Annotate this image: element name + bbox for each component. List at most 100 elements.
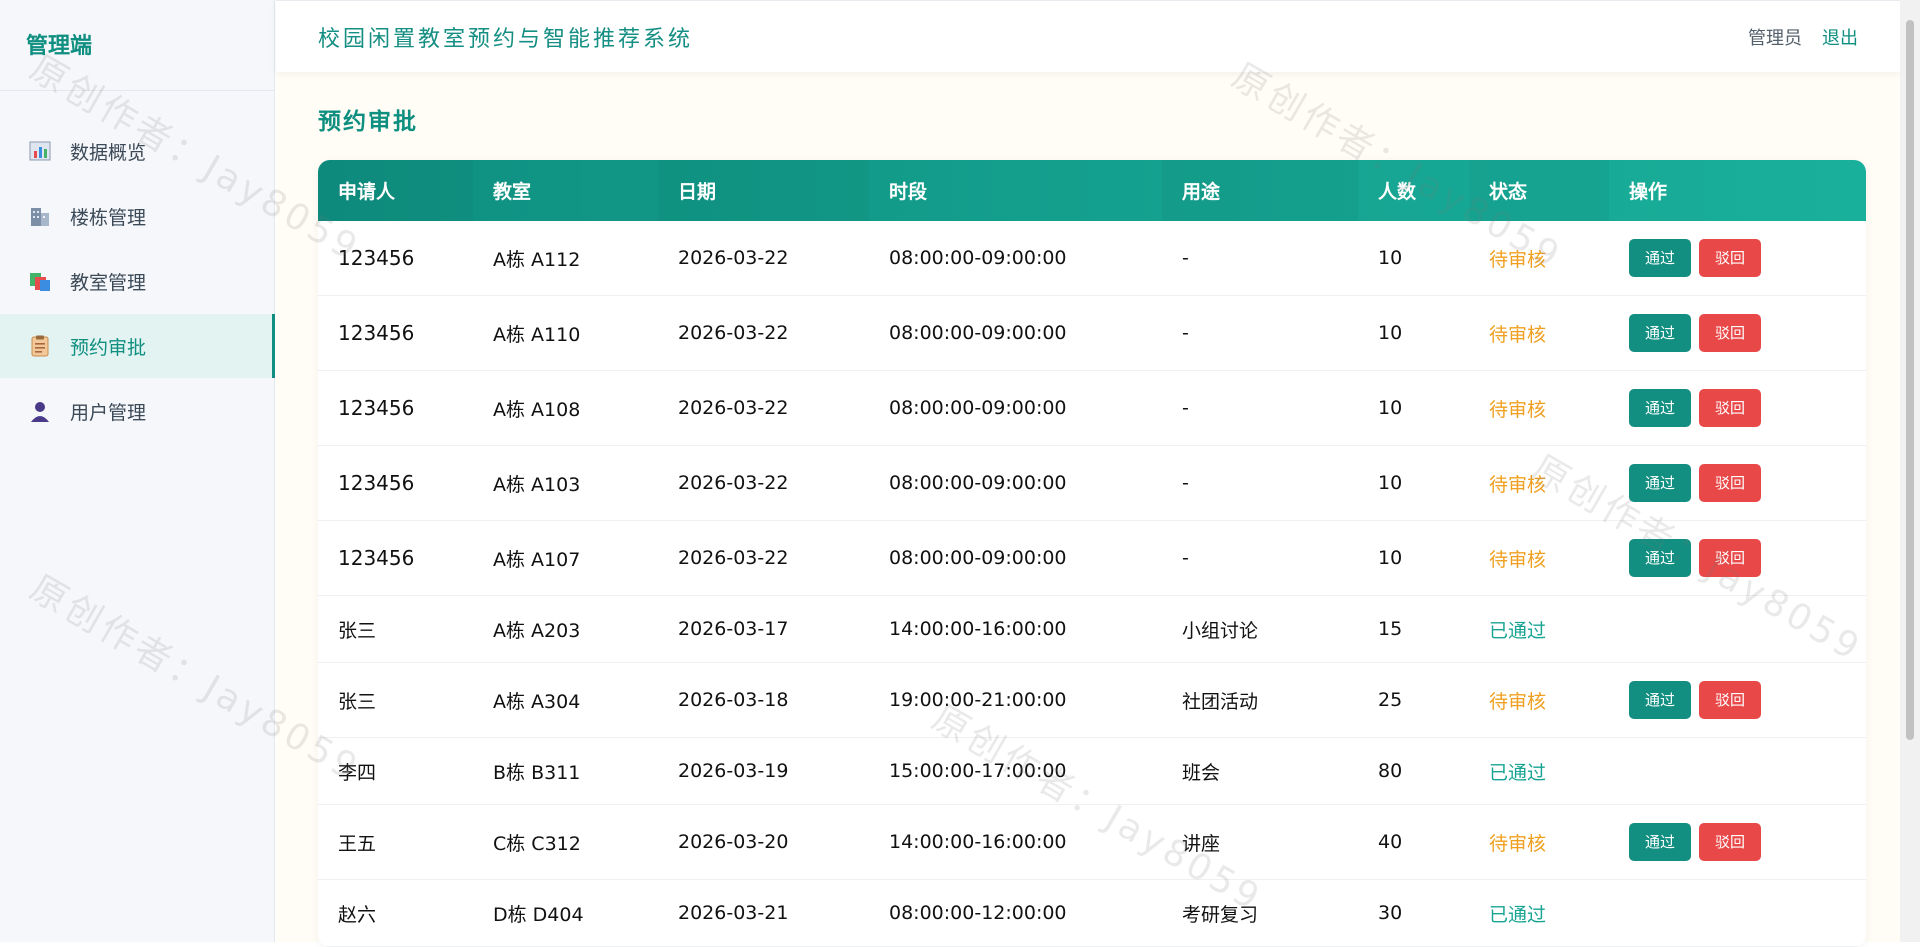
cell-applicant: 张三 <box>318 595 473 663</box>
cell-date: 2026-03-22 <box>658 520 869 596</box>
sidebar-item-dashboard[interactable]: 数据概览 <box>0 119 274 183</box>
cell-classroom: A栋 A103 <box>473 445 658 521</box>
system-title: 校园闲置教室预约与智能推荐系统 <box>318 26 694 52</box>
sidebar-item-label: 数据概览 <box>70 141 147 164</box>
status-badge: 待审核 <box>1469 804 1609 880</box>
sidebar-item-users[interactable]: 用户管理 <box>0 379 274 443</box>
col-status: 状态 <box>1469 160 1609 221</box>
cell-date: 2026-03-17 <box>658 595 869 663</box>
cell-actions: 通过 驳回 <box>1609 295 1866 371</box>
status-badge: 已通过 <box>1469 737 1609 805</box>
cell-purpose: 小组讨论 <box>1162 595 1358 663</box>
status-badge: 待审核 <box>1469 445 1609 521</box>
cell-applicant: 李四 <box>318 737 473 805</box>
cell-count: 10 <box>1358 295 1469 371</box>
cell-time: 19:00:00-21:00:00 <box>869 662 1162 738</box>
approval-table: 申请人 教室 日期 时段 用途 人数 状态 操作 123456 A栋 A112 20… <box>318 160 1866 947</box>
cell-time: 08:00:00-09:00:00 <box>869 295 1162 371</box>
reject-button[interactable]: 驳回 <box>1699 314 1761 352</box>
status-badge: 待审核 <box>1469 520 1609 596</box>
approve-button[interactable]: 通过 <box>1629 823 1691 861</box>
col-applicant: 申请人 <box>318 160 473 221</box>
approve-button[interactable]: 通过 <box>1629 681 1691 719</box>
approve-button[interactable]: 通过 <box>1629 464 1691 502</box>
table-row: 123456 A栋 A103 2026-03-22 08:00:00-09:00:00… <box>318 445 1866 521</box>
table-row: 123456 A栋 A112 2026-03-22 08:00:00-09:00:00… <box>318 221 1866 296</box>
user-controls: 管理员 退出 <box>1748 24 1858 50</box>
sidebar-menu: 数据概览 楼栋管理 教室管理 预约审批 用户管理 <box>0 119 275 443</box>
reject-button[interactable]: 驳回 <box>1699 539 1761 577</box>
reject-button[interactable]: 驳回 <box>1699 681 1761 719</box>
col-time: 时段 <box>889 181 928 203</box>
cell-actions: 通过 驳回 <box>1609 520 1866 596</box>
approval-table-container: 申请人 教室 日期 时段 用途 人数 状态 操作 123456 A栋 A112 20… <box>318 160 1866 947</box>
sidebar-brand: 管理端 <box>0 0 274 91</box>
cell-time: 14:00:00-16:00:00 <box>869 804 1162 880</box>
page-scrollbar[interactable] <box>1900 0 1920 942</box>
cell-time: 08:00:00-09:00:00 <box>869 370 1162 446</box>
cell-time: 08:00:00-09:00:00 <box>869 520 1162 596</box>
scrollbar-thumb[interactable] <box>1906 20 1914 740</box>
table-row: 张三 A栋 A203 2026-03-17 14:00:00-16:00:00 小组讨论… <box>318 595 1866 663</box>
cell-classroom: A栋 A108 <box>473 370 658 446</box>
sidebar-item-label: 教室管理 <box>70 271 147 294</box>
cell-date: 2026-03-22 <box>658 295 869 371</box>
table-row: 李四 B栋 B311 2026-03-19 15:00:00-17:00:00 班会 80… <box>318 737 1866 805</box>
cell-time: 14:00:00-16:00:00 <box>869 595 1162 663</box>
approve-button[interactable]: 通过 <box>1629 539 1691 577</box>
cell-applicant: 123456 <box>318 445 473 521</box>
cell-purpose: 班会 <box>1162 737 1358 805</box>
table-row: 123456 A栋 A108 2026-03-22 08:00:00-09:00:00… <box>318 370 1866 446</box>
cell-actions: 通过 驳回 <box>1609 662 1866 738</box>
cell-count: 10 <box>1358 221 1469 296</box>
table-row: 张三 A栋 A304 2026-03-18 19:00:00-21:00:00 社团活动… <box>318 662 1866 738</box>
cell-actions: 通过 驳回 <box>1609 370 1866 446</box>
reject-button[interactable]: 驳回 <box>1699 389 1761 427</box>
reject-button[interactable]: 驳回 <box>1699 823 1761 861</box>
cell-applicant: 123456 <box>318 520 473 596</box>
approve-button[interactable]: 通过 <box>1629 389 1691 427</box>
status-badge: 已通过 <box>1469 595 1609 663</box>
main-area: 校园闲置教室预约与智能推荐系统 管理员 退出 预约审批 申请人 教室 日期 时段 <box>276 0 1900 947</box>
sidebar-item-approvals[interactable]: 预约审批 <box>0 314 275 378</box>
reject-button[interactable]: 驳回 <box>1699 464 1761 502</box>
cell-actions <box>1609 737 1866 805</box>
status-badge: 已通过 <box>1469 879 1609 947</box>
cell-date: 2026-03-22 <box>658 370 869 446</box>
top-header: 校园闲置教室预约与智能推荐系统 管理员 退出 <box>276 0 1900 72</box>
content: 预约审批 申请人 教室 日期 时段 用途 人数 状态 操作 123456 A栋 … <box>276 72 1900 947</box>
cell-classroom: A栋 A112 <box>473 221 658 296</box>
sidebar-item-buildings[interactable]: 楼栋管理 <box>0 184 274 248</box>
cell-date: 2026-03-19 <box>658 737 869 805</box>
table-header-row: 申请人 教室 日期 时段 用途 人数 状态 操作 <box>318 160 1866 221</box>
cell-classroom: A栋 A203 <box>473 595 658 663</box>
cell-applicant: 123456 <box>318 370 473 446</box>
approve-button[interactable]: 通过 <box>1629 314 1691 352</box>
user-icon <box>28 399 52 423</box>
table-body: 123456 A栋 A112 2026-03-22 08:00:00-09:00:00… <box>318 221 1866 947</box>
logout-link[interactable]: 退出 <box>1822 24 1858 50</box>
cell-applicant: 王五 <box>318 804 473 880</box>
cell-count: 40 <box>1358 804 1469 880</box>
table-row: 123456 A栋 A107 2026-03-22 08:00:00-09:00:00… <box>318 520 1866 596</box>
cell-actions: 通过 驳回 <box>1609 221 1866 296</box>
table-row: 赵六 D栋 D404 2026-03-21 08:00:00-12:00:00 考研复习… <box>318 879 1866 947</box>
col-count: 人数 <box>1378 181 1417 203</box>
cell-time: 15:00:00-17:00:00 <box>869 737 1162 805</box>
status-badge: 待审核 <box>1469 662 1609 738</box>
cell-purpose: 考研复习 <box>1162 879 1358 947</box>
cell-count: 10 <box>1358 445 1469 521</box>
cell-count: 25 <box>1358 662 1469 738</box>
cell-purpose: 社团活动 <box>1162 662 1358 738</box>
approve-button[interactable]: 通过 <box>1629 239 1691 277</box>
user-role: 管理员 <box>1748 27 1802 49</box>
cell-purpose: - <box>1162 295 1358 371</box>
col-actions: 操作 <box>1629 181 1668 203</box>
sidebar-item-classrooms[interactable]: 教室管理 <box>0 249 274 313</box>
cell-actions <box>1609 879 1866 947</box>
status-badge: 待审核 <box>1469 295 1609 371</box>
cell-purpose: - <box>1162 520 1358 596</box>
sidebar-item-label: 楼栋管理 <box>70 206 147 229</box>
cell-date: 2026-03-22 <box>658 445 869 521</box>
reject-button[interactable]: 驳回 <box>1699 239 1761 277</box>
